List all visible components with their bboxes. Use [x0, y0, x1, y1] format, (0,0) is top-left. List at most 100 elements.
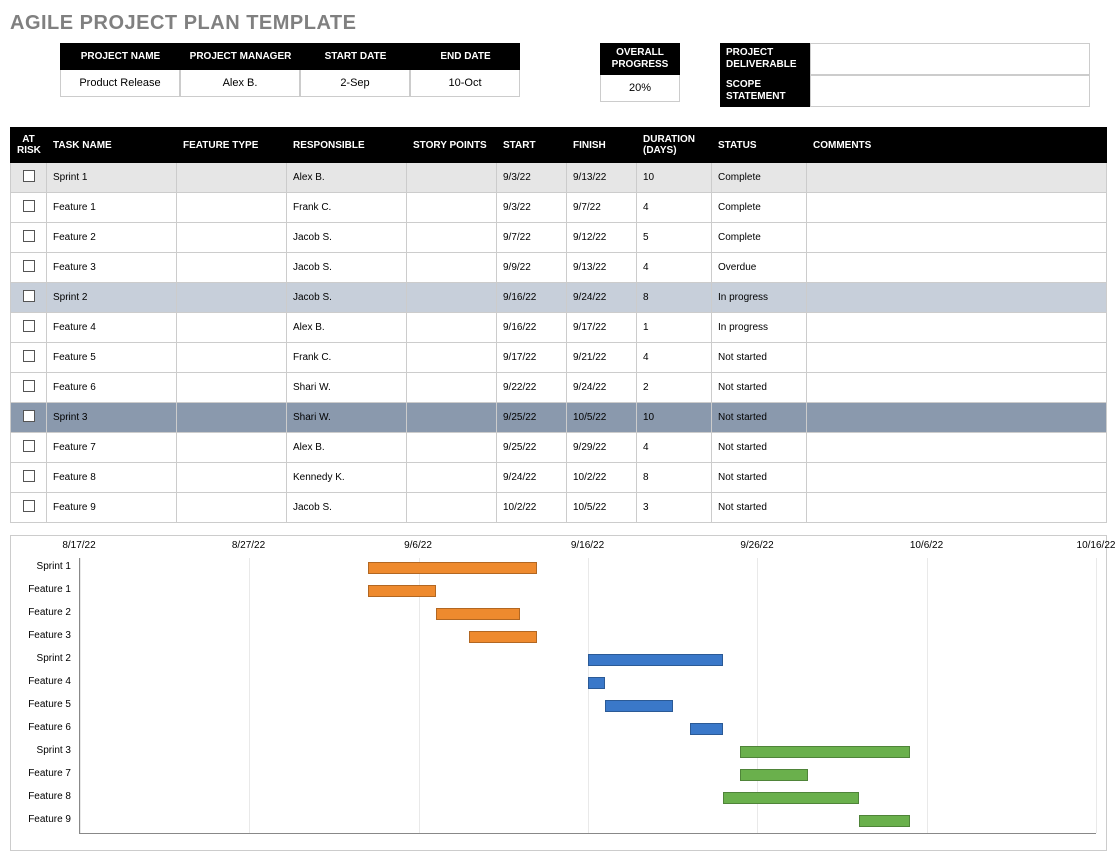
cell-name: Feature 7: [47, 433, 177, 463]
cell-duration: 4: [637, 193, 712, 223]
at-risk-checkbox[interactable]: [23, 350, 35, 362]
scope-label: SCOPE STATEMENT: [720, 75, 810, 107]
cell-feature_type: [177, 193, 287, 223]
info-value: Alex B.: [180, 70, 300, 97]
gantt-row-label: Feature 5: [11, 699, 75, 710]
cell-status: Complete: [712, 163, 807, 193]
cell-duration: 4: [637, 433, 712, 463]
gantt-row-label: Feature 9: [11, 814, 75, 825]
at-risk-checkbox[interactable]: [23, 260, 35, 272]
gantt-bar: [690, 723, 724, 735]
gantt-gridline: [927, 558, 928, 833]
info-header: PROJECT MANAGER: [180, 43, 300, 70]
info-project-manager: PROJECT MANAGER Alex B.: [180, 43, 300, 97]
info-end-date: END DATE 10-Oct: [410, 43, 520, 97]
cell-feature_type: [177, 373, 287, 403]
cell-start: 9/24/22: [497, 463, 567, 493]
info-start-date: START DATE 2-Sep: [300, 43, 410, 97]
cell-comments: [807, 403, 1107, 433]
cell-comments: [807, 193, 1107, 223]
gantt-plot-area: [79, 558, 1096, 834]
cell-status: Not started: [712, 343, 807, 373]
cell-feature_type: [177, 343, 287, 373]
cell-start: 9/17/22: [497, 343, 567, 373]
cell-duration: 10: [637, 163, 712, 193]
gantt-row-label: Feature 1: [11, 584, 75, 595]
cell-feature_type: [177, 313, 287, 343]
info-value: 2-Sep: [300, 70, 410, 97]
cell-story_points: [407, 193, 497, 223]
at-risk-checkbox[interactable]: [23, 470, 35, 482]
cell-comments: [807, 253, 1107, 283]
cell-duration: 1: [637, 313, 712, 343]
deliverable-value[interactable]: [810, 43, 1090, 75]
table-row: Feature 5Frank C.9/17/229/21/224Not star…: [11, 343, 1107, 373]
cell-comments: [807, 313, 1107, 343]
cell-start: 9/7/22: [497, 223, 567, 253]
table-row: Sprint 1Alex B.9/3/229/13/2210Complete: [11, 163, 1107, 193]
col-story-points: STORY POINTS: [407, 128, 497, 163]
gantt-bar: [740, 769, 808, 781]
info-header: START DATE: [300, 43, 410, 70]
cell-name: Feature 5: [47, 343, 177, 373]
cell-duration: 5: [637, 223, 712, 253]
gantt-row-label: Feature 7: [11, 768, 75, 779]
gantt-tick: 8/27/22: [232, 540, 265, 551]
gantt-gridline: [1096, 558, 1097, 833]
cell-status: Complete: [712, 223, 807, 253]
deliverable-label: PROJECT DELIVERABLE: [720, 43, 810, 75]
cell-status: Overdue: [712, 253, 807, 283]
gantt-chart: 8/17/228/27/229/6/229/16/229/26/2210/6/2…: [10, 535, 1107, 851]
at-risk-checkbox[interactable]: [23, 290, 35, 302]
gantt-gridline: [419, 558, 420, 833]
cell-comments: [807, 343, 1107, 373]
gantt-tick: 9/16/22: [571, 540, 604, 551]
at-risk-checkbox[interactable]: [23, 200, 35, 212]
cell-feature_type: [177, 463, 287, 493]
cell-status: In progress: [712, 313, 807, 343]
cell-responsible: Alex B.: [287, 433, 407, 463]
cell-story_points: [407, 403, 497, 433]
gantt-bar: [723, 792, 858, 804]
cell-name: Feature 8: [47, 463, 177, 493]
cell-status: Not started: [712, 493, 807, 523]
cell-feature_type: [177, 253, 287, 283]
at-risk-checkbox[interactable]: [23, 230, 35, 242]
cell-feature_type: [177, 433, 287, 463]
cell-comments: [807, 373, 1107, 403]
at-risk-checkbox[interactable]: [23, 170, 35, 182]
cell-story_points: [407, 343, 497, 373]
progress-value: 20%: [600, 75, 680, 102]
cell-start: 9/9/22: [497, 253, 567, 283]
cell-comments: [807, 223, 1107, 253]
info-project-name: PROJECT NAME Product Release: [60, 43, 180, 97]
gantt-tick: 9/6/22: [404, 540, 432, 551]
cell-name: Sprint 1: [47, 163, 177, 193]
cell-status: In progress: [712, 283, 807, 313]
cell-status: Not started: [712, 463, 807, 493]
col-comments: COMMENTS: [807, 128, 1107, 163]
gantt-bar: [859, 815, 910, 827]
cell-name: Feature 3: [47, 253, 177, 283]
cell-start: 9/25/22: [497, 403, 567, 433]
table-row: Feature 2Jacob S.9/7/229/12/225Complete: [11, 223, 1107, 253]
cell-name: Feature 2: [47, 223, 177, 253]
table-row: Feature 1Frank C.9/3/229/7/224Complete: [11, 193, 1107, 223]
gantt-tick: 8/17/22: [62, 540, 95, 551]
at-risk-checkbox[interactable]: [23, 380, 35, 392]
cell-finish: 9/17/22: [567, 313, 637, 343]
gantt-bar: [469, 631, 537, 643]
gantt-row-label: Feature 4: [11, 676, 75, 687]
table-row: Sprint 3Shari W.9/25/2210/5/2210Not star…: [11, 403, 1107, 433]
gantt-bar: [588, 677, 605, 689]
at-risk-checkbox[interactable]: [23, 320, 35, 332]
cell-story_points: [407, 283, 497, 313]
at-risk-checkbox[interactable]: [23, 440, 35, 452]
cell-start: 9/16/22: [497, 313, 567, 343]
col-start: START: [497, 128, 567, 163]
at-risk-checkbox[interactable]: [23, 410, 35, 422]
scope-value[interactable]: [810, 75, 1090, 107]
cell-story_points: [407, 493, 497, 523]
at-risk-checkbox[interactable]: [23, 500, 35, 512]
project-info-row: PROJECT NAME Product Release PROJECT MAN…: [60, 43, 1107, 107]
